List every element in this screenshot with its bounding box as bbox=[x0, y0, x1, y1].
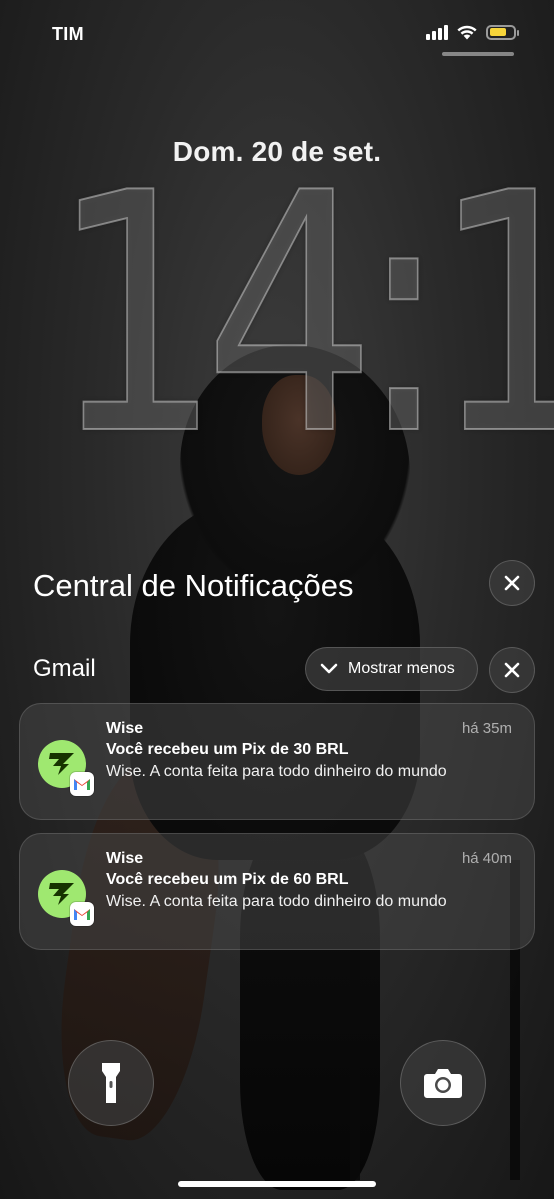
show-less-button[interactable]: Mostrar menos bbox=[305, 647, 478, 691]
notification-title: Você recebeu um Pix de 30 BRL bbox=[106, 741, 349, 758]
show-less-label: Mostrar menos bbox=[348, 660, 455, 677]
clear-notification-center-button[interactable] bbox=[489, 560, 535, 606]
notification-sender: Wise bbox=[106, 850, 144, 867]
lock-screen-clock[interactable]: 14:10 bbox=[49, 149, 554, 481]
battery-icon bbox=[486, 24, 519, 40]
notification-card[interactable]: Wise há 40m Você recebeu um Pix de 60 BR… bbox=[19, 833, 535, 950]
notification-body: Wise. A conta feita para todo dinheiro d… bbox=[106, 893, 447, 910]
close-icon bbox=[504, 662, 520, 678]
flashlight-button[interactable] bbox=[68, 1040, 154, 1126]
gmail-icon bbox=[70, 902, 94, 926]
clear-group-button[interactable] bbox=[489, 647, 535, 693]
flashlight-icon bbox=[102, 1063, 120, 1103]
gmail-icon bbox=[70, 772, 94, 796]
notification-card[interactable]: Wise há 35m Você recebeu um Pix de 30 BR… bbox=[19, 703, 535, 820]
camera-button[interactable] bbox=[400, 1040, 486, 1126]
notification-body: Wise. A conta feita para todo dinheiro d… bbox=[106, 763, 447, 780]
notification-center-title: Central de Notificações bbox=[33, 568, 354, 603]
control-center-grabber[interactable] bbox=[442, 52, 514, 56]
status-bar: TIM bbox=[0, 0, 554, 66]
notification-time: há 35m bbox=[461, 720, 512, 737]
camera-icon bbox=[424, 1069, 462, 1098]
notification-group-title: Gmail bbox=[33, 655, 96, 682]
home-indicator[interactable] bbox=[178, 1181, 376, 1187]
battery-level-fill bbox=[489, 28, 506, 36]
wifi-icon bbox=[457, 25, 477, 40]
status-icons bbox=[426, 24, 519, 40]
close-icon bbox=[504, 575, 520, 591]
cellular-signal-icon bbox=[426, 24, 448, 40]
carrier-label: TIM bbox=[52, 24, 84, 44]
notification-sender: Wise bbox=[106, 720, 144, 737]
notification-time: há 40m bbox=[461, 850, 512, 867]
notification-title: Você recebeu um Pix de 60 BRL bbox=[106, 871, 349, 888]
chevron-down-icon bbox=[320, 663, 338, 674]
